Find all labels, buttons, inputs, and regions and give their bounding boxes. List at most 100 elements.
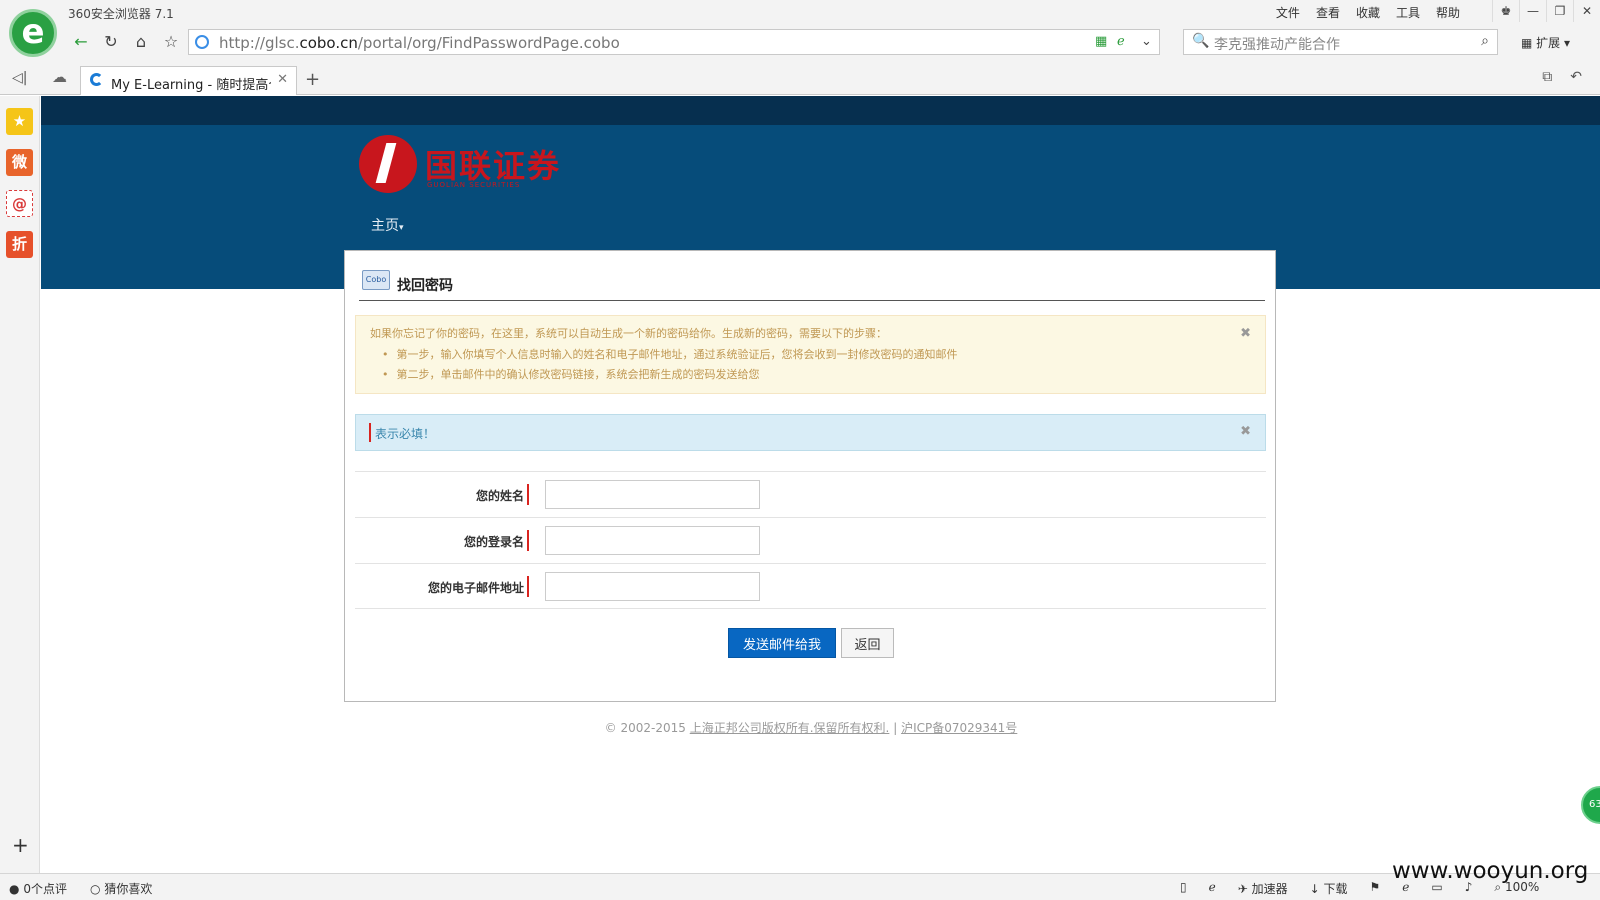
tab-favicon-icon	[90, 73, 103, 86]
qrcode-icon[interactable]: ▦	[1095, 34, 1107, 49]
accelerator-label: 加速器	[1251, 882, 1288, 896]
form-row-login: 您的登录名	[355, 517, 1266, 563]
comment-icon: ●	[9, 882, 20, 896]
tab-bar-tools: ⧉ ↶	[1542, 69, 1582, 85]
browser-menu: 文件 查看 收藏 工具 帮助	[1276, 4, 1460, 21]
mail-icon[interactable]: @	[6, 190, 33, 217]
caret-down-icon: ▾	[399, 223, 404, 233]
page-title: 找回密码	[397, 278, 453, 294]
download-button[interactable]: ↓ 下载	[1310, 880, 1348, 897]
brand-mark-icon	[359, 135, 417, 193]
nav-home[interactable]: 主页▾	[371, 215, 404, 235]
tab-bar: ◁| ☁ My E-Learning - 随时提高个人 ✕ + ⧉ ↶	[0, 62, 1600, 95]
menu-tools[interactable]: 工具	[1396, 4, 1420, 21]
app-title: 360安全浏览器 7.1	[68, 7, 174, 21]
name-input[interactable]	[545, 480, 760, 509]
search-engine-icon[interactable]: 🔍	[1192, 33, 1209, 49]
email-input[interactable]	[545, 572, 760, 601]
weibo-icon[interactable]: 微	[6, 149, 33, 176]
instructions-alert: 如果你忘记了你的密码，在这里，系统可以自动生成一个新的密码给你。生成新的密码，需…	[355, 315, 1266, 394]
maximize-button[interactable]: ❐	[1546, 0, 1573, 22]
floating-speed-ball[interactable]: 63	[1581, 786, 1600, 824]
accelerator-button[interactable]: ✈ 加速器	[1238, 880, 1288, 897]
extensions-menu[interactable]: ▦ 扩展 ▾	[1521, 34, 1570, 51]
address-bar[interactable]: http://glsc.cobo.cn/portal/org/FindPassw…	[188, 29, 1160, 55]
search-icon[interactable]: ⌕	[1481, 33, 1489, 49]
recommend-status[interactable]: ○ 猜你喜欢	[90, 880, 152, 897]
panel-header: Cobo 找回密码	[359, 267, 1265, 301]
email-label: 您的电子邮件地址	[427, 581, 524, 595]
form-row-email: 您的电子邮件地址	[355, 563, 1266, 609]
name-label: 您的姓名	[475, 489, 524, 503]
download-label: 下载	[1323, 882, 1348, 896]
login-name-input[interactable]	[545, 526, 760, 555]
recommend-label: 猜你喜欢	[104, 882, 153, 896]
required-marker	[527, 530, 529, 551]
minimize-button[interactable]: —	[1519, 0, 1546, 22]
close-icon[interactable]: ✖	[1240, 424, 1251, 439]
bookmark-star-icon[interactable]: ☆	[156, 29, 186, 55]
footer: © 2002-2015 上海正邦公司版权所有.保留所有权利. | 沪ICP备07…	[41, 719, 1581, 736]
menu-help[interactable]: 帮助	[1436, 4, 1460, 21]
required-marker	[369, 423, 371, 442]
instructions-intro: 如果你忘记了你的密码，在这里，系统可以自动生成一个新的密码给你。生成新的密码，需…	[370, 327, 887, 340]
footer-separator: |	[893, 721, 898, 735]
cobo-icon: Cobo	[362, 270, 390, 290]
tab-title: My E-Learning - 随时提高个人	[111, 78, 271, 93]
window-controls: ♚ — ❐ ✕	[1492, 0, 1600, 22]
find-password-panel: Cobo 找回密码 如果你忘记了你的密码，在这里，系统可以自动生成一个新的密码给…	[344, 250, 1276, 702]
menu-view[interactable]: 查看	[1316, 4, 1340, 21]
close-icon[interactable]: ✖	[1240, 326, 1251, 341]
watermark: www.wooyun.org	[1392, 858, 1589, 884]
company-link[interactable]: 上海正邦公司版权所有.保留所有权利.	[690, 721, 890, 735]
menu-favorites[interactable]: 收藏	[1356, 4, 1380, 21]
icp-link[interactable]: 沪ICP备07029341号	[901, 721, 1017, 735]
cloud-icon[interactable]: ☁	[52, 68, 67, 86]
send-email-button[interactable]: 发送邮件给我	[728, 628, 836, 658]
comments-status[interactable]: ● 0个点评	[9, 880, 67, 897]
browser-titlebar: 360安全浏览器 7.1 文件 查看 收藏 工具 帮助 ♚ — ❐ ✕	[0, 0, 1600, 24]
find-password-form: 您的姓名 您的登录名 您的电子邮件地址	[355, 471, 1266, 609]
url-text[interactable]: http://glsc.cobo.cn/portal/org/FindPassw…	[219, 34, 620, 52]
top-strip	[41, 96, 1600, 125]
back-button[interactable]: 返回	[841, 628, 894, 658]
compat-mode-icon[interactable]: ℯ	[1117, 34, 1125, 49]
home-icon[interactable]: ⌂	[126, 29, 156, 55]
step-item: 第二步，单击邮件中的确认修改密码链接，系统会把新生成的密码发送给您	[382, 365, 958, 385]
ie-mode-icon[interactable]: ℯ	[1209, 880, 1216, 897]
nav-buttons: ← ↻ ⌂ ☆	[66, 29, 186, 55]
flag-icon[interactable]: ⚑	[1370, 880, 1381, 897]
copyright-text: © 2002-2015	[604, 721, 686, 735]
page-viewport: 国联证券 GUOLIAN SECURITIES 主页▾ Cobo 找回密码 如果…	[41, 96, 1600, 873]
undo-close-icon[interactable]: ↶	[1570, 69, 1582, 85]
rocket-icon: ✈	[1237, 882, 1248, 896]
step-item: 第一步，输入你填写个人信息时输入的姓名和电子邮件地址，通过系统验证后，您将会收到…	[382, 345, 958, 365]
new-tab-icon[interactable]: +	[305, 69, 320, 90]
mobile-icon[interactable]: ▯	[1180, 880, 1187, 897]
recommend-icon: ○	[90, 882, 101, 896]
menu-file[interactable]: 文件	[1276, 4, 1300, 21]
required-note: 表示必填！	[375, 427, 436, 441]
browser-logo-icon[interactable]: e	[9, 9, 57, 57]
extensions-icon: ▦	[1521, 36, 1533, 50]
dropdown-chevron-icon[interactable]: ⌄	[1141, 34, 1152, 49]
favorites-icon[interactable]: ★	[6, 108, 33, 135]
skin-icon[interactable]: ♚	[1492, 0, 1519, 22]
sidebar-toggle-icon[interactable]: ◁|	[12, 70, 27, 86]
add-sidebar-icon[interactable]: +	[12, 833, 29, 857]
search-suggestion[interactable]: 李克强推动产能合作	[1214, 34, 1340, 54]
brand-subtitle: GUOLIAN SECURITIES	[427, 181, 521, 189]
search-box[interactable]: 🔍 李克强推动产能合作 ⌕	[1183, 29, 1498, 55]
discount-icon[interactable]: 折	[6, 231, 33, 258]
form-row-name: 您的姓名	[355, 471, 1266, 517]
nav-home-label: 主页	[371, 218, 399, 234]
restore-tabs-icon[interactable]: ⧉	[1542, 69, 1552, 85]
tab-active[interactable]: My E-Learning - 随时提高个人 ✕	[80, 66, 297, 95]
tab-close-icon[interactable]: ✕	[277, 72, 288, 87]
close-window-button[interactable]: ✕	[1573, 0, 1600, 22]
status-bar: ● 0个点评 ○ 猜你喜欢 ▯ ℯ ✈ 加速器 ↓ 下载 ⚑ ℯ ▭ ♪ ⌕ 1…	[0, 873, 1600, 900]
refresh-icon[interactable]: ↻	[96, 29, 126, 55]
back-arrow-icon[interactable]: ←	[66, 29, 96, 55]
globe-icon	[195, 35, 209, 49]
login-name-label: 您的登录名	[463, 535, 524, 549]
